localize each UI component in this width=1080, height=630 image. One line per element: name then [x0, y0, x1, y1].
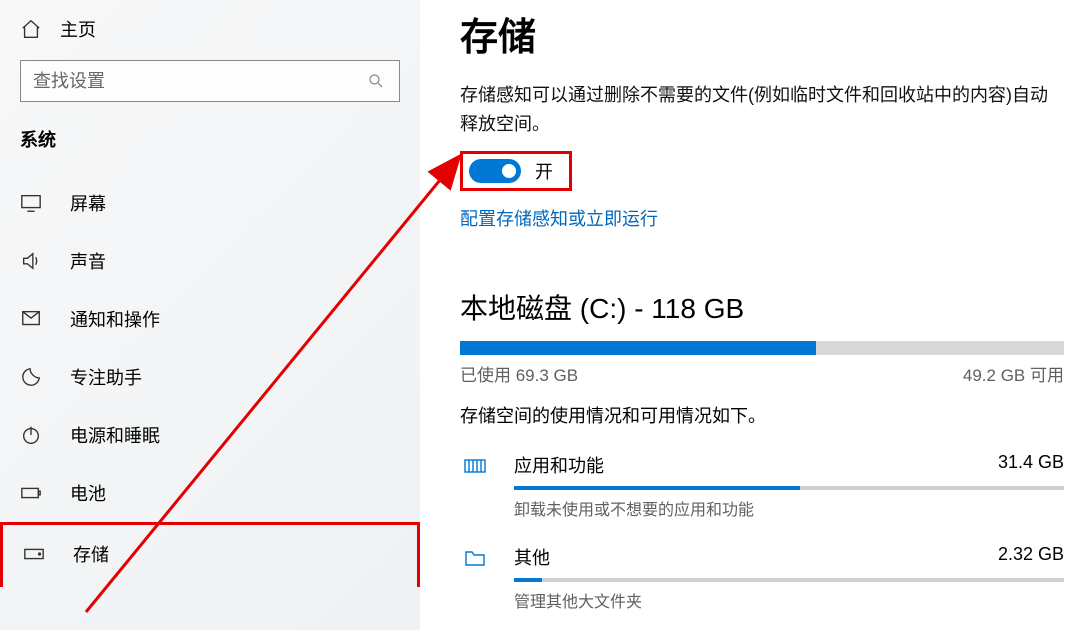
battery-icon — [20, 482, 42, 504]
search-input-container[interactable] — [20, 60, 400, 102]
configure-storage-sense-link[interactable]: 配置存储感知或立即运行 — [460, 205, 1064, 231]
settings-sidebar: 主页 系统 屏幕 声音 通知和操作 专注助手 电源和睡眠 电池 存储 — [0, 0, 420, 630]
power-icon — [20, 424, 42, 446]
folder-icon — [460, 546, 490, 570]
nav-item-storage[interactable]: 存储 — [0, 522, 420, 587]
category-sub: 卸载未使用或不想要的应用和功能 — [514, 496, 996, 520]
page-title: 存储 — [460, 6, 1064, 61]
nav-label: 专注助手 — [70, 364, 142, 390]
nav-label: 电池 — [70, 480, 106, 506]
storage-page: 存储 存储感知可以通过删除不需要的文件(例如临时文件和回收站中的内容)自动释放空… — [420, 0, 1080, 630]
storage-icon — [23, 543, 45, 565]
disk-used-fill — [460, 341, 816, 355]
storage-sense-description: 存储感知可以通过删除不需要的文件(例如临时文件和回收站中的内容)自动释放空间。 — [460, 81, 1064, 139]
home-label: 主页 — [60, 16, 96, 42]
apps-icon — [460, 454, 490, 478]
home-link[interactable]: 主页 — [0, 8, 420, 56]
storage-sense-toggle[interactable] — [469, 159, 521, 183]
disk-free-text: 49.2 GB 可用 — [963, 361, 1064, 386]
category-apps[interactable]: 应用和功能 31.4 GB 卸载未使用或不想要的应用和功能 — [460, 452, 1064, 520]
nav-item-sound[interactable]: 声音 — [0, 232, 420, 290]
nav-item-display[interactable]: 屏幕 — [0, 174, 420, 232]
category-bar — [514, 578, 1064, 582]
home-icon — [20, 18, 42, 40]
nav-item-power-sleep[interactable]: 电源和睡眠 — [0, 406, 420, 464]
nav-item-focus-assist[interactable]: 专注助手 — [0, 348, 420, 406]
sound-icon — [20, 250, 42, 272]
nav-item-notifications[interactable]: 通知和操作 — [0, 290, 420, 348]
storage-sense-toggle-row: 开 — [460, 151, 572, 191]
category-sub: 管理其他大文件夹 — [514, 588, 996, 612]
disk-used-text: 已使用 69.3 GB — [460, 361, 578, 386]
display-icon — [20, 192, 42, 214]
search-icon — [367, 72, 385, 90]
category-size: 31.4 GB — [998, 452, 1064, 473]
nav-item-battery[interactable]: 电池 — [0, 464, 420, 522]
disk-title: 本地磁盘 (C:) - 118 GB — [460, 287, 1064, 327]
category-bar — [514, 486, 1064, 490]
toggle-label: 开 — [535, 158, 553, 184]
section-title: 系统 — [0, 120, 420, 174]
focus-icon — [20, 366, 42, 388]
category-name: 其他 — [514, 544, 996, 570]
search-input[interactable] — [33, 71, 387, 92]
notification-icon — [20, 308, 42, 330]
nav-label: 屏幕 — [70, 190, 106, 216]
category-size: 2.32 GB — [998, 544, 1064, 565]
nav-label: 通知和操作 — [70, 306, 160, 332]
nav-label: 声音 — [70, 248, 106, 274]
nav-label: 存储 — [73, 541, 109, 567]
disk-usage-bar — [460, 341, 1064, 355]
nav-label: 电源和睡眠 — [70, 422, 160, 448]
category-name: 应用和功能 — [514, 452, 996, 478]
usage-note: 存储空间的使用情况和可用情况如下。 — [460, 402, 1064, 428]
category-other[interactable]: 其他 2.32 GB 管理其他大文件夹 — [460, 544, 1064, 612]
